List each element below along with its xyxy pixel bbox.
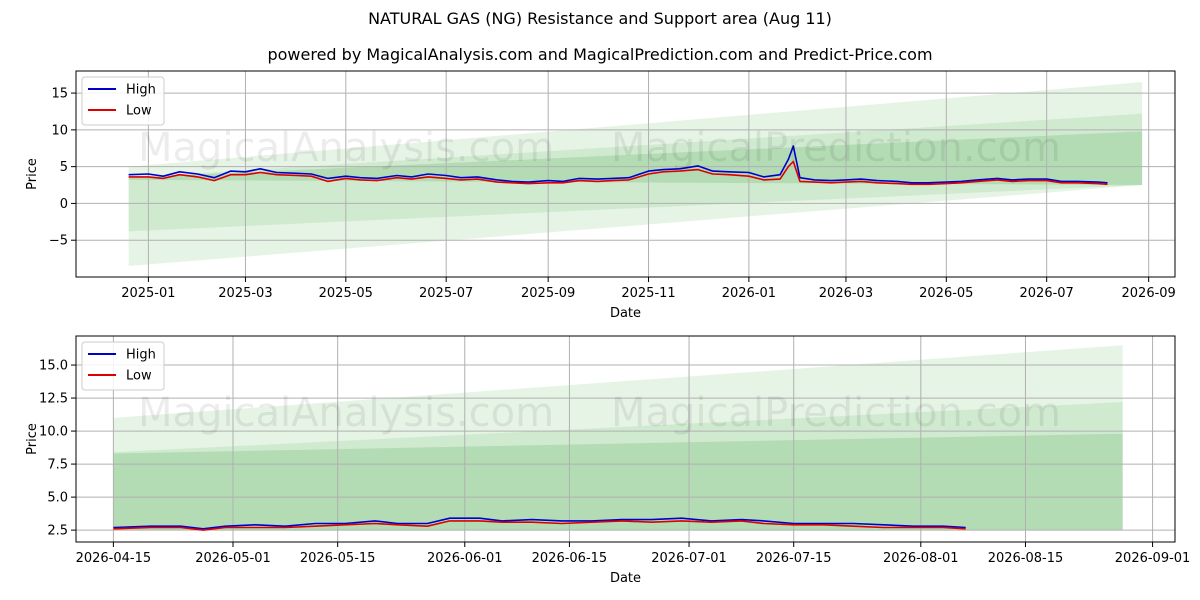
y-axis-label: Price xyxy=(25,423,40,455)
chart-panel-2: 2026-04-15 2026-05-01 2026-05-15 2026-06-01… xyxy=(25,335,1191,586)
y-tick-label: 10.0 xyxy=(39,425,68,440)
y-tick-label: 5.0 xyxy=(47,491,68,506)
y-tick-label: 12.5 xyxy=(39,392,68,407)
x-axis-label: Date xyxy=(610,306,641,321)
x-tick-label: 2026-05 xyxy=(919,286,973,301)
x-tick-label: 2026-05-15 xyxy=(300,551,376,566)
legend: High Low xyxy=(81,341,165,391)
x-tick-label: 2025-07 xyxy=(419,286,473,301)
x-tick-label: 2026-07-01 xyxy=(651,551,727,566)
x-tick-label: 2025-09 xyxy=(521,286,575,301)
y-tick-label: −5 xyxy=(49,234,68,249)
x-tick-label: 2026-05-01 xyxy=(195,551,271,566)
band-group xyxy=(113,345,1123,531)
x-tick-label: 2026-09-01 xyxy=(1115,551,1191,566)
x-tick-label: 2026-06-15 xyxy=(532,551,608,566)
y-tick-label: 0 xyxy=(60,197,68,212)
y-tick-label: 10 xyxy=(51,123,68,138)
legend-label-low: Low xyxy=(126,369,152,384)
x-tick-label: 2026-08-01 xyxy=(883,551,959,566)
legend-label-high: High xyxy=(126,83,156,98)
y-tick-label: 5 xyxy=(60,160,68,175)
x-tick-label: 2026-01 xyxy=(722,286,776,301)
watermark-magicalprediction: MagicalPrediction.com xyxy=(611,125,1061,171)
chart-canvas: 2025-01 2025-03 2025-05 2025-07 2025-09 2025-… xyxy=(25,70,1191,586)
x-tick-label: 2026-03 xyxy=(819,286,873,301)
x-tick-label: 2026-08-15 xyxy=(988,551,1064,566)
y-tick-label: 15.0 xyxy=(39,359,68,374)
legend-label-high: High xyxy=(126,348,156,363)
y-tick-label: 2.5 xyxy=(47,524,68,539)
x-tick-label: 2026-09 xyxy=(1122,286,1176,301)
x-tick-label: 2025-03 xyxy=(218,286,272,301)
legend-label-low: Low xyxy=(126,104,152,119)
x-axis-label: Date xyxy=(610,571,641,586)
x-tick-label: 2025-11 xyxy=(621,286,675,301)
x-tick-label: 2026-06-01 xyxy=(427,551,503,566)
watermark-magicalprediction: MagicalPrediction.com xyxy=(611,390,1061,436)
band-group xyxy=(128,82,1143,266)
x-tick-label: 2026-07 xyxy=(1020,286,1074,301)
x-tick-label: 2026-04-15 xyxy=(76,551,152,566)
y-tick-label: 15 xyxy=(51,87,68,102)
y-axis-label: Price xyxy=(25,158,40,190)
y-tick-label: 7.5 xyxy=(47,458,68,473)
watermark-magicalanalysis: MagicalAnalysis.com xyxy=(138,390,554,436)
legend: High Low xyxy=(81,76,165,126)
x-tick-label: 2025-01 xyxy=(121,286,175,301)
watermark-magicalanalysis: MagicalAnalysis.com xyxy=(138,125,554,171)
chart-panel-1: 2025-01 2025-03 2025-05 2025-07 2025-09 2025-… xyxy=(25,70,1176,321)
x-tick-label: 2025-05 xyxy=(319,286,373,301)
x-tick-label: 2026-07-15 xyxy=(756,551,832,566)
